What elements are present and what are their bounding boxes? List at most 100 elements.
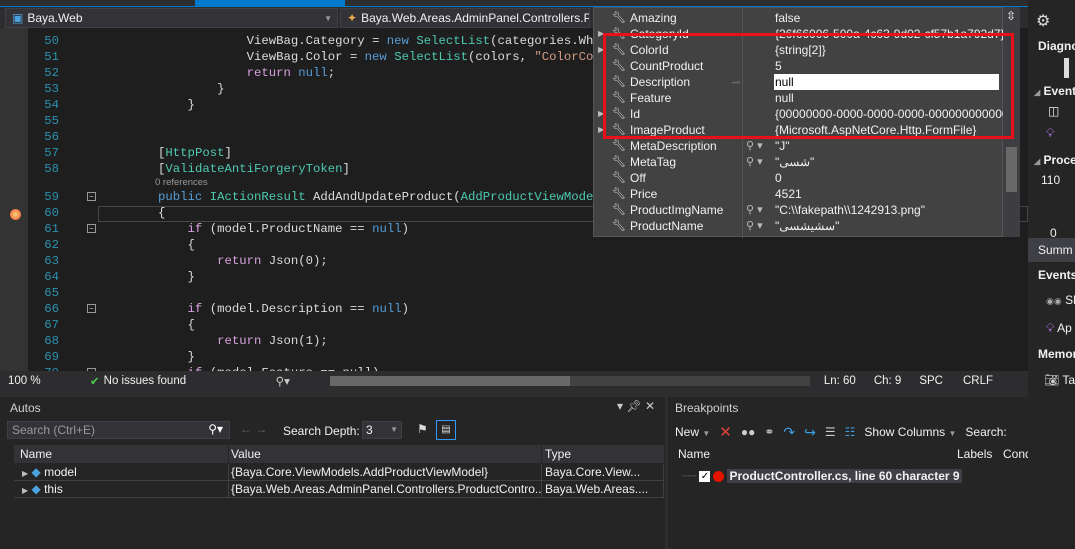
property-icon: 🔧︎ [612, 204, 626, 216]
datatip-row[interactable]: 🔧︎ ProductName ⚲ ▾ "سشیشسی" [594, 218, 1004, 234]
toggle-all-icon[interactable]: ⚭ [764, 425, 774, 439]
code-line[interactable]: 62 { [0, 237, 1028, 253]
hex-display-toggle[interactable]: ▤ [436, 420, 456, 440]
search-depth-dropdown[interactable]: 3 ▼ [362, 421, 402, 439]
visualizer-icon[interactable]: ⚲ ▾ [746, 218, 763, 234]
lightbulb-icon: 💡︎ [1046, 126, 1055, 140]
pin-icon[interactable]: 📌︎ [626, 399, 641, 413]
enabled-checkbox[interactable]: ✓ [699, 470, 711, 482]
scrollbar-thumb[interactable] [1006, 147, 1017, 192]
code-text: return null; [246, 66, 336, 80]
property-icon: 🔧︎ [612, 12, 626, 24]
horizontal-scrollbar[interactable] [329, 376, 810, 386]
property-icon: 🔧︎ [612, 188, 626, 200]
breakpoint-icon [713, 470, 725, 482]
column-header-name[interactable]: Name [14, 445, 228, 463]
class-dropdown[interactable]: ✦ Baya.Web.Areas.AdminPanel.Controllers.… [340, 8, 590, 28]
datatip-row[interactable]: 🔧︎ Price 4521 [594, 186, 1004, 202]
search-label: Search: [965, 425, 1007, 439]
visualizer-icon[interactable]: ⚲ ▾ [746, 154, 763, 170]
code-line[interactable]: 63 return Json(0); [0, 253, 1028, 269]
code-line[interactable]: 65 [0, 285, 1028, 301]
window-position-icon[interactable]: ▾ [617, 399, 623, 413]
autos-row[interactable]: ▶ ◆ this [14, 481, 229, 498]
collapse-icon[interactable]: − [87, 224, 96, 233]
datatip-row[interactable]: 🔧︎ Amazing false [594, 10, 1004, 26]
code-line[interactable]: 64 } [0, 269, 1028, 285]
goto-source-icon[interactable]: ↪ [804, 424, 816, 441]
web-project-icon: ▣ [12, 11, 24, 25]
check-circle-icon: ✔ [90, 376, 100, 388]
line-number: 56 [44, 130, 59, 144]
datatip-row[interactable]: 🔧︎ ProductImgName ⚲ ▾ "C:\\fakepath\\124291… [594, 202, 1004, 218]
line-number: 61 [44, 222, 59, 236]
code-line[interactable]: 66 − if (model.Description == null) [0, 301, 1028, 317]
export-icon[interactable]: ☷ [845, 425, 856, 439]
back-forward-arrows[interactable]: ← → [240, 422, 267, 436]
line-number: 59 [44, 190, 59, 204]
visualizer-icon[interactable]: ⚲ ▾ [746, 202, 763, 218]
pin-icon[interactable]: ⇳ [1006, 9, 1016, 23]
project-dropdown[interactable]: ▣ Baya.Web ▼ [5, 8, 338, 28]
redo-icon[interactable]: ↷ [783, 424, 795, 441]
settings-icon[interactable]: ⚙ [1036, 11, 1050, 31]
active-document-tab[interactable] [195, 0, 345, 6]
code-text: } [99, 82, 225, 96]
column-header-value[interactable]: Value [229, 445, 541, 463]
expand-icon[interactable]: ▶ [22, 469, 28, 478]
show-columns-button[interactable]: Show Columns ▼ [864, 425, 956, 439]
line-number: 65 [44, 286, 59, 300]
column-header-type[interactable]: Type [542, 445, 664, 463]
column-header-name[interactable]: Name [668, 445, 954, 463]
close-icon[interactable]: ✕ [645, 399, 655, 413]
code-text: if (model.Feature == null) [99, 365, 380, 371]
codelens-references[interactable]: 0 references [155, 177, 208, 189]
autos-row[interactable]: ▶ ◆ model [14, 464, 229, 481]
summary-tab[interactable]: Summ [1028, 238, 1075, 262]
issues-status[interactable]: No issues found [104, 375, 264, 387]
datatip-row[interactable]: 🔧︎ MetaTag ⚲ ▾ "شسی" [594, 154, 1004, 170]
collapse-icon[interactable]: − [87, 368, 96, 371]
datatip-row[interactable]: 🔧︎ Off 0 [594, 170, 1004, 186]
zoom-dropdown[interactable]: 100 % [8, 375, 70, 387]
expand-icon[interactable]: ▶ [22, 486, 28, 495]
line-number: 67 [44, 318, 59, 332]
code-line[interactable]: 70 − if (model.Feature == null) [0, 365, 1028, 371]
property-icon: 🔧︎ [612, 172, 626, 184]
search-icon[interactable]: ⚲▾ [208, 422, 223, 436]
line-number: 52 [44, 66, 59, 80]
line-number: 50 [44, 34, 59, 48]
filter-icon[interactable]: ⚑ [417, 422, 428, 436]
object-icon: ◆ [31, 465, 41, 479]
code-text: if (model.ProductName == null) [99, 222, 409, 236]
value-cell[interactable]: {Baya.Core.ViewModels.AddProductViewMode… [229, 464, 542, 481]
import-icon[interactable]: ☰ [825, 425, 836, 439]
collapse-icon[interactable]: − [87, 304, 96, 313]
delete-icon[interactable]: ✕ [719, 423, 732, 441]
diagnostics-tab[interactable]: Diagno [1038, 39, 1075, 53]
panel-controls: ▾ 📌︎ ✕ [617, 399, 655, 413]
code-text: [ValidateAntiForgeryToken] [99, 162, 350, 176]
code-line[interactable]: 68 return Json(1); [0, 333, 1028, 349]
breakpoint-row[interactable]: ┈┈ ✓ ProductController.cs, line 60 chara… [682, 469, 962, 483]
code-line[interactable]: 69 } [0, 349, 1028, 365]
object-icon: ◆ [31, 482, 41, 496]
column-header-labels[interactable]: Labels [955, 445, 995, 463]
code-text: ViewBag.Color = new SelectList(colors, "… [99, 50, 653, 64]
datatip-row[interactable]: 🔧︎ MetaDescription ⚲ ▾ "J" [594, 138, 1004, 154]
collapse-icon[interactable]: − [87, 192, 96, 201]
cleanup-icon[interactable]: ⚲▾ [276, 374, 290, 388]
autos-panel: Autos ▾ 📌︎ ✕ Search (Ctrl+E) ⚲▾ ← → Sear… [0, 397, 665, 549]
value-cell[interactable]: {Baya.Web.Areas.AdminPanel.Controllers.P… [229, 481, 542, 498]
code-line[interactable]: 67 { [0, 317, 1028, 333]
type-cell: Baya.Core.View... [542, 464, 664, 481]
line-number: 51 [44, 50, 59, 64]
line-number: 70 [28, 365, 59, 371]
delete-all-icon[interactable]: ●● [741, 425, 756, 439]
visualizer-icon[interactable]: ⚲ ▾ [746, 138, 763, 154]
editor-status-bar: 100 % ✔ No issues found ⚲▾ Ln: 60 Ch: 9 … [0, 372, 1028, 390]
search-input[interactable]: Search (Ctrl+E) ⚲▾ [7, 421, 230, 439]
new-button[interactable]: New ▼ [675, 425, 710, 439]
code-text: { [99, 206, 166, 220]
type-cell: Baya.Web.Areas.... [542, 481, 664, 498]
